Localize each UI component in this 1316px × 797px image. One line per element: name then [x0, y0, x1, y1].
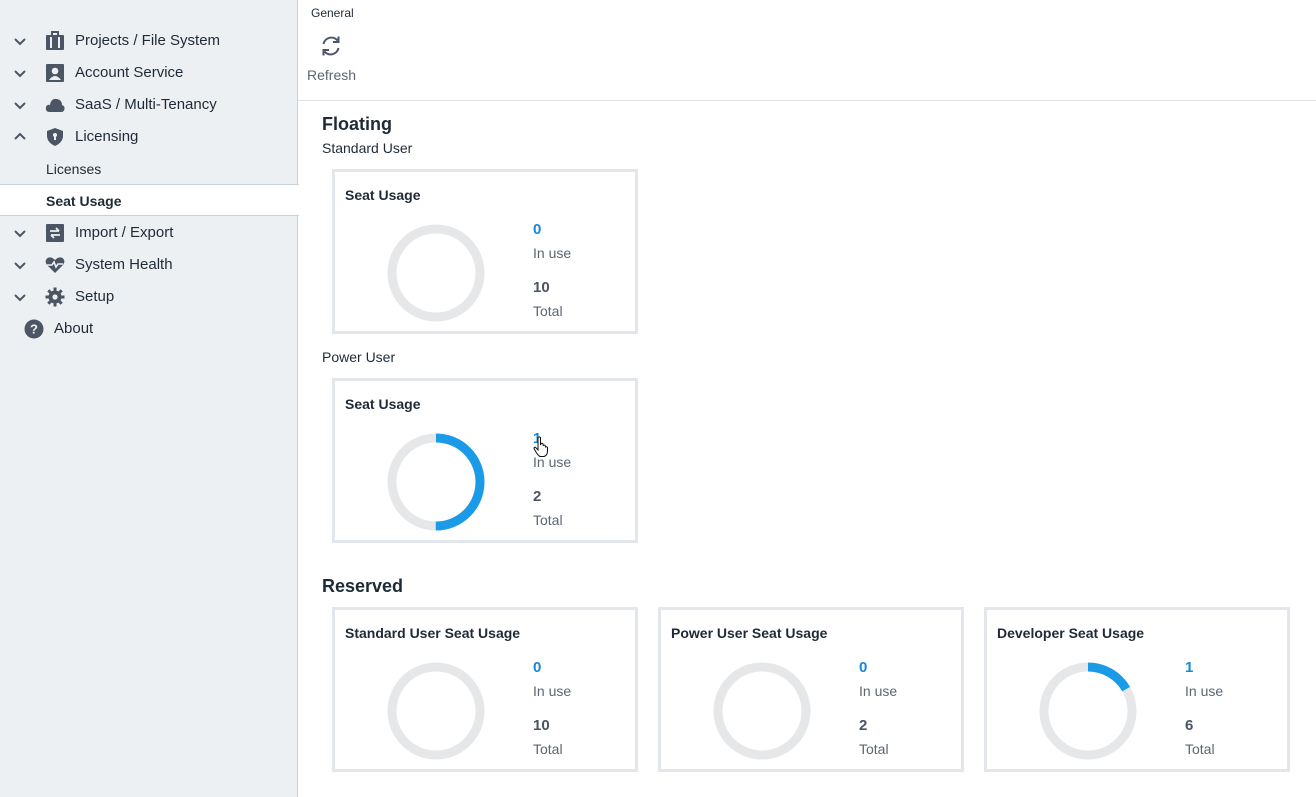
in-use-label: In use: [533, 454, 572, 470]
sidebar-item-seat-usage[interactable]: Seat Usage: [0, 184, 299, 216]
total-value: 2: [859, 717, 868, 734]
seat-usage-card-floating-standard: Seat Usage 0 In use 10 Total: [332, 169, 638, 334]
donut-track: [713, 662, 811, 760]
donut-track: [387, 662, 485, 760]
transfer-icon: [46, 224, 64, 242]
total-label: Total: [859, 741, 889, 757]
donut-chart: [1039, 662, 1137, 760]
total-label: Total: [533, 741, 563, 757]
sidebar-item-import-export[interactable]: Import / Export: [0, 217, 298, 249]
heart-pulse-icon: [45, 257, 65, 273]
sidebar-item-setup[interactable]: Setup: [0, 281, 298, 313]
sidebar-item-label: Seat Usage: [46, 193, 122, 209]
gear-icon: [45, 287, 65, 307]
chevron-down-icon[interactable]: [12, 97, 28, 113]
donut-track: [387, 224, 485, 322]
card-title: Seat Usage: [345, 396, 421, 412]
in-use-value[interactable]: 0: [859, 659, 867, 676]
user-card-icon: [46, 64, 64, 82]
refresh-icon: [322, 36, 340, 56]
in-use-label: In use: [1185, 683, 1224, 699]
sidebar-item-label: Projects / File System: [75, 32, 221, 49]
card-title: Developer Seat Usage: [997, 625, 1145, 641]
sidebar-item-label: Setup: [75, 288, 115, 305]
seat-usage-card-reserved-standard: Standard User Seat Usage 0 In use 10 Tot…: [332, 607, 638, 772]
sidebar-item-label: About: [54, 320, 94, 337]
subtitle-standard-user: Standard User: [322, 140, 413, 156]
card-title: Seat Usage: [345, 187, 421, 203]
sidebar-item-label: System Health: [75, 256, 173, 273]
total-value: 2: [533, 488, 542, 505]
sidebar-item-account-service[interactable]: Account Service: [0, 57, 298, 89]
card-title: Standard User Seat Usage: [345, 625, 521, 641]
sidebar-item-label: Account Service: [75, 64, 184, 81]
total-label: Total: [533, 303, 563, 319]
briefcase-icon: [46, 31, 64, 50]
total-label: Total: [1185, 741, 1215, 757]
subtitle-power-user: Power User: [322, 349, 396, 365]
donut-chart: [387, 433, 485, 531]
in-use-label: In use: [533, 245, 572, 261]
in-use-value[interactable]: 0: [533, 221, 541, 238]
refresh-button[interactable]: Refresh: [304, 30, 360, 86]
sidebar-item-licenses[interactable]: Licenses: [0, 153, 298, 185]
sidebar-item-licensing[interactable]: Licensing: [0, 121, 298, 153]
toolbar-group-label: General: [311, 6, 354, 20]
chevron-down-icon[interactable]: [12, 289, 28, 305]
chevron-down-icon[interactable]: [12, 65, 28, 81]
total-value: 10: [533, 717, 550, 734]
card-title: Power User Seat Usage: [671, 625, 828, 641]
in-use-value[interactable]: 0: [533, 659, 541, 676]
total-label: Total: [533, 512, 563, 528]
refresh-label: Refresh: [307, 67, 357, 83]
seat-usage-card-floating-power: Seat Usage 1 In use 2 Total: [332, 378, 638, 543]
seat-usage-card-reserved-developer: Developer Seat Usage 1 In use 6 Total: [984, 607, 1290, 772]
in-use-label: In use: [859, 683, 898, 699]
sidebar-item-label: Licensing: [75, 128, 139, 145]
help-icon: ?: [24, 319, 44, 339]
in-use-label: In use: [533, 683, 572, 699]
chevron-down-icon[interactable]: [12, 257, 28, 273]
donut-chart: [387, 662, 485, 760]
total-value: 10: [533, 279, 550, 296]
sidebar-item-saas[interactable]: SaaS / Multi-Tenancy: [0, 89, 298, 121]
chevron-down-icon[interactable]: [12, 33, 28, 49]
sidebar: Projects / File System Account Service S…: [0, 0, 299, 797]
toolbar: General Refresh: [298, 0, 1316, 101]
in-use-value[interactable]: 1: [1185, 659, 1193, 676]
sidebar-item-system-health[interactable]: System Health: [0, 249, 298, 281]
section-title-reserved: Reserved: [322, 576, 404, 596]
sidebar-item-label: Import / Export: [75, 224, 174, 241]
svg-text:?: ?: [30, 322, 38, 337]
total-value: 6: [1185, 717, 1194, 734]
cloud-icon: [45, 98, 65, 112]
sidebar-item-label: Licenses: [46, 161, 102, 177]
donut-chart: [387, 224, 485, 322]
sidebar-item-projects[interactable]: Projects / File System: [0, 25, 298, 57]
section-title-floating: Floating: [322, 114, 392, 134]
sidebar-item-about[interactable]: ? About: [0, 313, 298, 345]
seat-usage-card-reserved-power: Power User Seat Usage 0 In use 2 Total: [658, 607, 964, 772]
donut-chart: [713, 662, 811, 760]
sidebar-item-label: SaaS / Multi-Tenancy: [75, 96, 217, 113]
in-use-value[interactable]: 1: [533, 430, 541, 447]
chevron-up-icon[interactable]: [12, 129, 28, 145]
shield-icon: [47, 128, 63, 146]
chevron-down-icon[interactable]: [12, 225, 28, 241]
